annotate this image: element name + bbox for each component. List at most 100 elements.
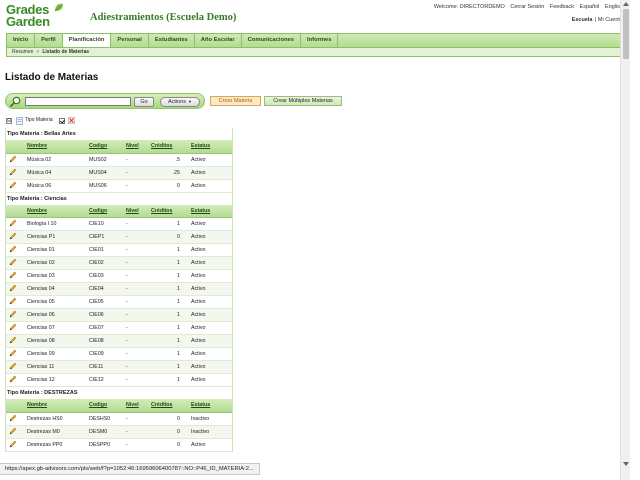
edit-pencil-icon[interactable] [9,271,17,279]
scroll-thumb[interactable] [623,9,629,59]
edit-cell[interactable] [6,179,24,193]
edit-cell[interactable] [6,360,24,374]
edit-cell[interactable] [6,425,24,439]
edit-pencil-icon[interactable] [9,168,17,176]
cell-creditos: 0 [148,438,188,452]
header-estatus[interactable]: Estatus [188,399,232,413]
edit-cell[interactable] [6,243,24,257]
edit-pencil-icon[interactable] [9,232,17,240]
header-codigo[interactable]: Codigo [86,399,123,413]
nav-tab-2[interactable]: Planificación [62,34,112,47]
cell-estatus: Activo [188,373,232,387]
cell-creditos: 1 [148,360,188,374]
header-nombre[interactable]: Nombre [24,399,86,413]
edit-cell[interactable] [6,347,24,361]
edit-pencil-icon[interactable] [9,414,17,422]
search-icon[interactable] [10,96,21,107]
edit-pencil-icon[interactable] [9,219,17,227]
edit-pencil-icon[interactable] [9,245,17,253]
nav-tab-5[interactable]: Año Escolar [195,34,242,47]
subjects-table: Nombre Codigo Nivel Créditos Estatus Biología… [6,204,232,387]
header-creditos[interactable]: Créditos [148,399,188,413]
breadcrumb: Resumen > Listado de Materias [6,47,624,57]
cell-codigo: CIE09 [86,347,123,361]
header-nivel[interactable]: Nivel [123,399,148,413]
school-link[interactable]: Escuela [572,17,593,23]
go-button[interactable]: Go [134,97,154,107]
header: Grades Garden Adiestramientos (Escuela D… [0,0,630,33]
control-break-checkbox[interactable] [58,117,65,124]
edit-cell[interactable] [6,282,24,296]
header-codigo[interactable]: Codigo [86,140,123,154]
edit-cell[interactable] [6,334,24,348]
edit-pencil-icon[interactable] [9,155,17,163]
table-row: Ciencias 02 CIE02-1 Activo [6,256,232,270]
header-creditos[interactable]: Créditos [148,204,188,218]
edit-pencil-icon[interactable] [9,323,17,331]
spanish-link[interactable]: Español [580,4,600,10]
cell-codigo: CIE05 [86,295,123,309]
grades-garden-logo[interactable]: Grades Garden [6,3,86,32]
scroll-down-icon[interactable] [623,462,629,466]
nav-tab-3[interactable]: Personal [111,34,149,47]
control-break-row: ⊟ Tipo Materia [6,116,75,125]
header-creditos[interactable]: Créditos [148,140,188,154]
cell-nombre: Ciencias 02 [24,256,86,270]
edit-pencil-icon[interactable] [9,440,17,448]
cell-nombre: Música 04 [24,166,86,180]
edit-pencil-icon[interactable] [9,258,17,266]
edit-cell[interactable] [6,166,24,180]
edit-cell[interactable] [6,269,24,283]
edit-pencil-icon[interactable] [9,427,17,435]
nav-tab-0[interactable]: Inicio [7,34,36,47]
edit-pencil-icon[interactable] [9,375,17,383]
nav-tab-6[interactable]: Comunicaciones [242,34,301,47]
control-break-label[interactable]: Tipo Materia [25,116,53,125]
header-nivel[interactable]: Nivel [123,140,148,154]
header-estatus[interactable]: Estatus [188,140,232,154]
edit-pencil-icon[interactable] [9,336,17,344]
remove-icon[interactable] [67,117,75,124]
edit-cell[interactable] [6,295,24,309]
cell-estatus: Activo [188,153,232,167]
group-header: Tipo Materia : Bellas Artes [6,128,232,140]
header-nivel[interactable]: Nivel [123,204,148,218]
subjects-table: Nombre Codigo Nivel Créditos Estatus Música 0… [6,140,232,193]
feedback-link[interactable]: Feedback [550,4,574,10]
header-nombre[interactable]: Nombre [24,204,86,218]
edit-cell[interactable] [6,438,24,452]
edit-cell[interactable] [6,217,24,231]
edit-cell[interactable] [6,153,24,167]
actions-button[interactable]: Actions ▼ [160,97,200,107]
create-subject-button[interactable]: Crear Materia [210,96,261,106]
nav-tab-7[interactable]: Informes [301,34,339,47]
cell-codigo: CIE02 [86,256,123,270]
edit-cell[interactable] [6,321,24,335]
header-edit [6,204,24,218]
nav-tab-1[interactable]: Perfil [35,34,63,47]
breadcrumb-resumen[interactable]: Resumen [12,49,33,55]
collapse-icon[interactable]: ⊟ [6,117,12,124]
header-nombre[interactable]: Nombre [24,140,86,154]
logout-link[interactable]: Cerrar Sesión [510,4,544,10]
search-input[interactable] [25,97,131,106]
edit-cell[interactable] [6,412,24,426]
edit-cell[interactable] [6,373,24,387]
cell-estatus: Inactivo [188,412,232,426]
header-estatus[interactable]: Estatus [188,204,232,218]
nav-tab-4[interactable]: Estudiantes [149,34,195,47]
edit-pencil-icon[interactable] [9,284,17,292]
edit-pencil-icon[interactable] [9,310,17,318]
edit-cell[interactable] [6,230,24,244]
edit-pencil-icon[interactable] [9,349,17,357]
cell-nivel: - [123,153,148,167]
page-scrollbar[interactable] [620,0,630,480]
create-multiple-subjects-button[interactable]: Crear Múltiples Materias [264,96,342,106]
edit-cell[interactable] [6,308,24,322]
header-codigo[interactable]: Codigo [86,204,123,218]
edit-pencil-icon[interactable] [9,181,17,189]
edit-pencil-icon[interactable] [9,362,17,370]
edit-pencil-icon[interactable] [9,297,17,305]
scroll-up-icon[interactable] [623,2,629,6]
edit-cell[interactable] [6,256,24,270]
